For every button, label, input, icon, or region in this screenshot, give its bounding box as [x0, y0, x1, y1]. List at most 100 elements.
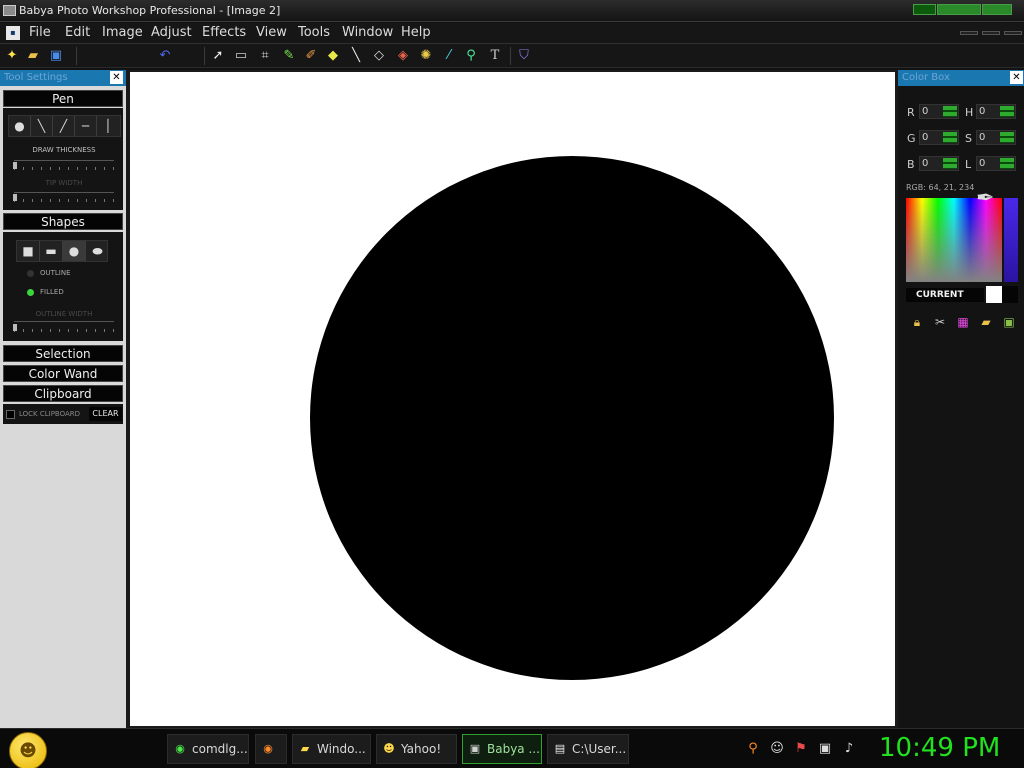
- pointer-icon[interactable]: ➚: [210, 48, 226, 64]
- draw-thickness-slider[interactable]: [13, 162, 17, 169]
- tip-width-track[interactable]: [14, 192, 114, 193]
- selection-section-button[interactable]: Selection: [3, 345, 123, 362]
- circle-shape-icon[interactable]: ●: [63, 241, 86, 261]
- magnifier-icon[interactable]: ⚲: [463, 48, 479, 64]
- close-icon[interactable]: ✕: [1010, 71, 1023, 84]
- l-field[interactable]: 0: [976, 156, 1016, 171]
- s-spinner[interactable]: [1000, 132, 1014, 143]
- eyedropper-icon[interactable]: ✒: [976, 186, 1006, 216]
- doc-minimize-button[interactable]: [960, 31, 978, 35]
- doc-close-button[interactable]: [1004, 31, 1022, 35]
- menu-file[interactable]: File: [29, 25, 51, 40]
- rectangle-shape-icon[interactable]: ▬: [40, 241, 63, 261]
- open-icon[interactable]: ▰: [25, 48, 41, 64]
- line-icon[interactable]: ╲: [348, 48, 364, 64]
- open-palette-icon[interactable]: ▰: [978, 314, 994, 330]
- action-center-icon[interactable]: ⚑: [794, 742, 808, 756]
- l-spinner[interactable]: [1000, 158, 1014, 169]
- g-field[interactable]: 0: [919, 130, 959, 145]
- g-spinner[interactable]: [943, 132, 957, 143]
- minimize-button[interactable]: [913, 4, 936, 15]
- maximize-button[interactable]: [937, 4, 981, 15]
- outline-width-track[interactable]: [14, 321, 114, 322]
- h-field[interactable]: 0: [976, 104, 1016, 119]
- palette-icon[interactable]: ▦: [955, 314, 971, 330]
- horizontal-tip-icon[interactable]: ─: [75, 116, 97, 136]
- s-field[interactable]: 0: [976, 130, 1016, 145]
- search-icon[interactable]: ⚲: [746, 742, 760, 756]
- hue-bar[interactable]: [1004, 198, 1018, 282]
- outline-radio[interactable]: [27, 270, 34, 277]
- menu-tools[interactable]: Tools: [298, 25, 330, 40]
- current-color-swatch[interactable]: [986, 286, 1002, 303]
- messenger-icon[interactable]: ☺: [770, 742, 784, 756]
- menu-effects[interactable]: Effects: [202, 25, 246, 40]
- tip-width-slider[interactable]: [13, 194, 17, 201]
- task-command-prompt[interactable]: ▤ C:\User...: [547, 734, 629, 764]
- fill-icon[interactable]: ◇: [371, 48, 387, 64]
- rect-select-icon[interactable]: ▭: [233, 48, 249, 64]
- eraser-icon[interactable]: ◆: [325, 48, 341, 64]
- text-icon[interactable]: T: [487, 48, 503, 64]
- color-box-header[interactable]: Color Box ✕: [898, 70, 1024, 86]
- r-field[interactable]: 0: [919, 104, 959, 119]
- r-spinner[interactable]: [943, 106, 957, 117]
- clear-clipboard-button[interactable]: CLEAR: [89, 407, 122, 421]
- title-bar[interactable]: Babya Photo Workshop Professional - [Ima…: [0, 0, 1024, 22]
- task-firefox[interactable]: ◉: [255, 734, 287, 764]
- new-icon[interactable]: ✦: [4, 48, 20, 64]
- pen-icon[interactable]: ✎: [281, 48, 297, 64]
- vertical-tip-icon[interactable]: │: [97, 116, 119, 136]
- task-windows-explorer[interactable]: ▰ Windo...: [292, 734, 371, 764]
- pen-section-button[interactable]: Pen: [3, 90, 123, 107]
- drawn-black-circle[interactable]: [310, 156, 834, 680]
- undo-icon[interactable]: ↶: [157, 48, 173, 64]
- tool-settings-header[interactable]: Tool Settings ✕: [0, 70, 126, 86]
- menu-help[interactable]: Help: [401, 25, 431, 40]
- save-icon[interactable]: ▣: [48, 48, 64, 64]
- eyedropper-icon[interactable]: ⁄: [441, 48, 457, 64]
- start-button[interactable]: ☻: [9, 732, 47, 768]
- stamp-icon[interactable]: ⛉: [516, 48, 532, 64]
- clipboard-section-button[interactable]: Clipboard: [3, 385, 123, 402]
- b-field[interactable]: 0: [919, 156, 959, 171]
- menu-view[interactable]: View: [256, 25, 287, 40]
- doc-restore-button[interactable]: [982, 31, 1000, 35]
- save-palette-icon[interactable]: ▣: [1001, 314, 1017, 330]
- task-chrome[interactable]: ◉ comdlg...: [167, 734, 249, 764]
- close-button[interactable]: [982, 4, 1012, 15]
- ellipse-shape-icon[interactable]: ⬬: [86, 241, 109, 261]
- paint-bucket-icon[interactable]: ◈: [395, 48, 411, 64]
- filled-radio[interactable]: [27, 289, 34, 296]
- close-icon[interactable]: ✕: [110, 71, 123, 84]
- back-slash-tip-icon[interactable]: ╲: [31, 116, 53, 136]
- task-babya[interactable]: ▣ Babya ...: [462, 734, 542, 764]
- lock-icon[interactable]: 🔒︎: [909, 314, 925, 330]
- cut-icon[interactable]: ✂: [932, 314, 948, 330]
- outline-width-slider[interactable]: [13, 324, 17, 331]
- draw-thickness-track[interactable]: [14, 160, 114, 161]
- network-icon[interactable]: ▣: [818, 742, 832, 756]
- square-shape-icon[interactable]: ■: [17, 241, 40, 261]
- shapes-section-button[interactable]: Shapes: [3, 213, 123, 230]
- previous-color-swatch[interactable]: [1002, 286, 1018, 303]
- slash-tip-icon[interactable]: ╱: [53, 116, 75, 136]
- crop-icon[interactable]: ⌗: [257, 48, 273, 64]
- menu-window[interactable]: Window: [342, 25, 393, 40]
- round-tip-icon[interactable]: ●: [9, 116, 31, 136]
- image-canvas[interactable]: [130, 72, 895, 726]
- document-icon[interactable]: ▪: [6, 26, 20, 40]
- menu-image[interactable]: Image: [102, 25, 143, 40]
- lock-clipboard-checkbox[interactable]: [6, 410, 15, 419]
- task-yahoo[interactable]: ☻ Yahoo! ...: [376, 734, 457, 764]
- volume-icon[interactable]: ♪: [842, 742, 856, 756]
- b-spinner[interactable]: [943, 158, 957, 169]
- menu-adjust[interactable]: Adjust: [151, 25, 192, 40]
- brush-icon[interactable]: ✐: [303, 48, 319, 64]
- taskbar-clock[interactable]: 10:49 PM: [879, 733, 1000, 763]
- h-spinner[interactable]: [1000, 106, 1014, 117]
- app-icon[interactable]: [3, 5, 16, 16]
- menu-edit[interactable]: Edit: [65, 25, 90, 40]
- color-wand-section-button[interactable]: Color Wand: [3, 365, 123, 382]
- shape-icon[interactable]: ✺: [418, 48, 434, 64]
